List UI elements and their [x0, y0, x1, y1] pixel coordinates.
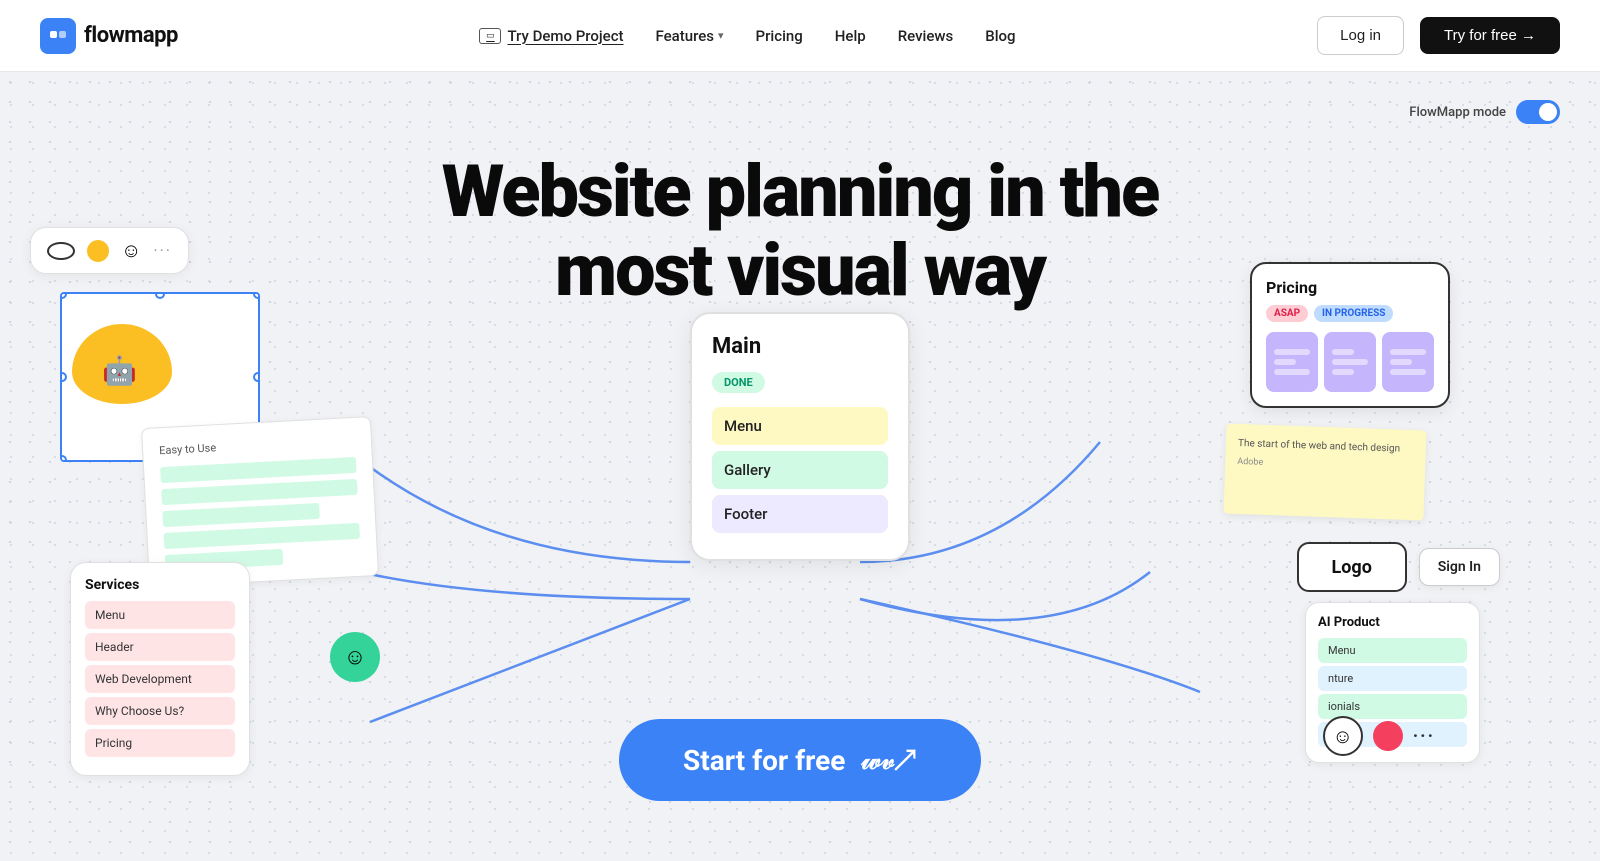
try-free-button[interactable]: Try for free →: [1420, 17, 1560, 54]
navbar: flowmapp ▭ Try Demo Project Features ▾ P…: [0, 0, 1600, 72]
services-item-menu: Menu: [85, 601, 235, 629]
card-item-footer: Footer: [712, 495, 888, 533]
nav-help[interactable]: Help: [835, 27, 866, 45]
logo-box: Logo: [1297, 542, 1407, 592]
red-dot: [1373, 721, 1403, 751]
nav-pricing[interactable]: Pricing: [756, 27, 803, 45]
green-smiley-dot: ☺: [330, 632, 380, 682]
ai-product-title: AI Product: [1318, 615, 1467, 630]
doc-lines: [160, 457, 361, 571]
doc-card-title: Easy to Use: [159, 434, 355, 457]
ai-item-menu: Menu: [1318, 638, 1467, 663]
services-item-why: Why Choose Us?: [85, 697, 235, 725]
chevron-down-icon: ▾: [718, 29, 724, 42]
flowmapp-mode-toggle[interactable]: FlowMapp mode: [1409, 100, 1560, 124]
nav-blog[interactable]: Blog: [985, 27, 1015, 45]
hero-title-line1: Website planning in the: [442, 149, 1159, 234]
pricing-panel-3: [1382, 332, 1434, 392]
toggle-switch[interactable]: [1516, 100, 1560, 124]
doc-line: [162, 503, 319, 527]
pricing-card-title: Pricing: [1266, 278, 1434, 297]
services-item-web-dev: Web Development: [85, 665, 235, 693]
services-card: Services Menu Header Web Development Why…: [70, 562, 250, 776]
handle-ml: [60, 372, 67, 382]
services-item-pricing: Pricing: [85, 729, 235, 757]
nav-reviews[interactable]: Reviews: [898, 27, 954, 45]
nav-actions: Log in Try for free →: [1317, 16, 1560, 55]
mode-label: FlowMapp mode: [1409, 105, 1506, 120]
card-item-menu: Menu: [712, 407, 888, 445]
handle-bl: [60, 455, 67, 462]
float-widget: ☺ ···: [30, 227, 189, 274]
nav-center: ▭ Try Demo Project Features ▾ Pricing He…: [479, 27, 1015, 45]
bottom-emoji-row: ☺ ···: [1323, 716, 1435, 756]
yellow-dot: [87, 240, 109, 262]
robot-icon: 🤖: [102, 354, 137, 387]
handle-tm: [155, 292, 165, 299]
doc-line: [161, 479, 358, 505]
logo[interactable]: flowmapp: [40, 18, 178, 54]
pricing-panels: [1266, 332, 1434, 392]
card-item-gallery: Gallery: [712, 451, 888, 489]
pricing-badges: ASAP IN PROGRESS: [1266, 305, 1434, 322]
services-card-title: Services: [85, 577, 235, 593]
handle-mr: [253, 372, 260, 382]
center-card-title: Main: [712, 334, 888, 359]
done-badge: DONE: [712, 372, 765, 393]
toggle-knob: [1539, 103, 1557, 121]
signin-box[interactable]: Sign In: [1419, 548, 1500, 586]
in-progress-badge: IN PROGRESS: [1314, 305, 1393, 322]
logo-icon: [40, 18, 76, 54]
pricing-panel-1: [1266, 332, 1318, 392]
pricing-panel-2: [1324, 332, 1376, 392]
demo-icon: ▭: [479, 28, 501, 44]
nav-demo-link[interactable]: ▭ Try Demo Project: [479, 27, 623, 45]
cta-button-label: Start for free: [683, 744, 845, 777]
cta-wave-icon: 𝓌𝓋↗: [861, 743, 917, 777]
center-card: Main DONE Menu Gallery Footer: [690, 312, 910, 561]
services-item-header: Header: [85, 633, 235, 661]
handle-tl: [60, 292, 67, 299]
smiley-icon: ☺: [121, 238, 141, 263]
ai-item-feature: nture: [1318, 666, 1467, 691]
doc-line: [163, 523, 360, 549]
logo-signin-row: Logo Sign In: [1297, 542, 1500, 592]
login-button[interactable]: Log in: [1317, 16, 1404, 55]
hero-title: Website planning in the most visual way: [350, 152, 1250, 310]
start-free-button[interactable]: Start for free 𝓌𝓋↗: [619, 719, 981, 801]
pricing-card: Pricing ASAP IN PROGRESS: [1250, 262, 1450, 408]
handle-tr: [253, 292, 260, 299]
doc-line: [160, 457, 357, 483]
oval-icon: [47, 242, 75, 260]
sticky-note-text: The start of the web and tech design: [1238, 436, 1414, 457]
hero-section: FlowMapp mode Website planning in the mo…: [0, 72, 1600, 861]
logo-text: flowmapp: [84, 23, 178, 48]
bottom-smiley-icon: ☺: [1323, 716, 1363, 756]
hero-title-line2: most visual way: [555, 228, 1045, 313]
asap-badge: ASAP: [1266, 305, 1308, 322]
nav-features[interactable]: Features ▾: [656, 27, 724, 45]
more-dots-icon: ···: [153, 241, 172, 260]
more-options-icon: ···: [1413, 726, 1435, 747]
sticky-note: The start of the web and tech design Ado…: [1223, 424, 1426, 521]
